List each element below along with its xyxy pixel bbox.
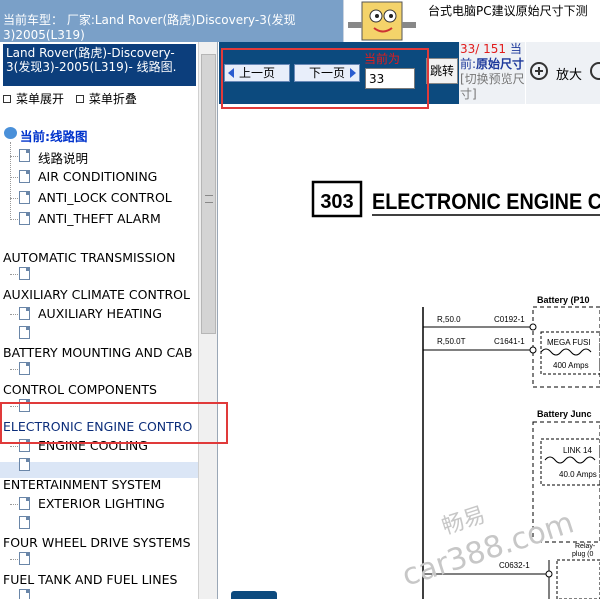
fuse-symbol: [540, 348, 592, 356]
relay-label: Relay-: [575, 543, 596, 550]
tree-group-label: ENTERTAINMENT SYSTEM: [3, 477, 162, 492]
mega-fuse-label: MEGA FUSI: [547, 338, 591, 347]
tree-guide: [10, 142, 11, 220]
scroll-grip-icon: [205, 195, 213, 203]
tree-guide: [10, 446, 18, 447]
ad-text: 台式电脑PC建议原始尺寸下测: [428, 4, 588, 18]
document-icon: [19, 307, 30, 320]
wire-2-left-label: R,50.0T: [437, 337, 466, 346]
tree-root-label: 当前:线路图: [20, 129, 88, 144]
ad-banner[interactable]: 台式电脑PC建议原始尺寸下测: [343, 0, 600, 42]
tree-item-label: ANTI_LOCK CONTROL: [38, 190, 172, 205]
zoom-in-label[interactable]: 放大: [556, 64, 582, 83]
current-model-line: 当前车型： 厂家:Land Rover(路虎)Discovery-3(发现3)2…: [3, 13, 296, 42]
jump-button[interactable]: 跳转: [426, 58, 458, 84]
link-symbol: [544, 456, 596, 464]
document-view[interactable]: 303 ELECTRONIC ENGINE C Battery (P10 R,5…: [219, 104, 600, 599]
connector-2: [529, 346, 537, 354]
collapse-icon: [75, 94, 84, 103]
expand-menu-button[interactable]: 菜单展开: [3, 90, 64, 107]
tree-group-label: AUXILIARY CLIMATE CONTROL: [3, 287, 190, 302]
original-size-link[interactable]: 原始尺寸: [476, 57, 524, 71]
tree-group-label: AUTOMATIC TRANSMISSION: [3, 250, 176, 265]
sidebar: Land Rover(路虎)-Discovery-3(发现3)-2005(L31…: [0, 42, 218, 599]
annotation-nav-highlight: [221, 48, 429, 109]
switch-preview-link[interactable]: [切换预览尺寸]: [460, 72, 525, 101]
page-count: 33/ 151: [460, 42, 507, 56]
document-icon: [19, 362, 30, 375]
tree-group-label: CONTROL COMPONENTS: [3, 382, 157, 397]
tree-guide: [10, 314, 18, 315]
page-info: 33/ 151 当前:原始尺寸 [切换预览尺寸]: [459, 42, 525, 104]
tree-item-label: AIR CONDITIONING: [38, 169, 158, 184]
zoom-out-icon[interactable]: [590, 62, 600, 80]
tree-group-label: BATTERY MOUNTING AND CAB: [3, 345, 193, 360]
globe-icon: [4, 127, 17, 139]
tree-guide: [10, 177, 18, 178]
sidebar-scroll-thumb[interactable]: [201, 54, 216, 334]
tree-guide: [10, 274, 18, 275]
tree-guide: [10, 504, 18, 505]
battery-label: Battery (P10: [537, 295, 590, 305]
tree-guide: [10, 156, 18, 157]
battery-junction-label: Battery Junc: [537, 409, 592, 419]
plug-label: plug (0: [572, 551, 594, 558]
zoom-controls: 放大: [526, 42, 600, 104]
document-icon: [19, 589, 30, 599]
expand-icon: [3, 94, 11, 103]
wire-1-left-label: R,50.0: [437, 315, 461, 324]
section-title: ELECTRONIC ENGINE C: [372, 189, 600, 214]
document-icon: [19, 552, 30, 565]
annotation-tree-highlight: [0, 402, 228, 444]
document-icon: [19, 170, 30, 183]
document-icon: [19, 149, 30, 162]
tree-item-label: 线路说明: [38, 151, 89, 166]
link-rating: 40.0 Amps: [559, 470, 597, 479]
tree-group-label: FOUR WHEEL DRIVE SYSTEMS: [3, 535, 191, 550]
tree-guide: [10, 219, 18, 220]
tree-item-label: ANTI_THEFT ALARM: [38, 211, 161, 226]
expand-menu-label: 菜单展开: [16, 92, 65, 106]
relay-box: [556, 559, 600, 599]
connector-3: [545, 570, 553, 578]
mega-fuse-rating: 400 Amps: [553, 361, 589, 370]
document-icon: [19, 212, 30, 225]
section-number: 303: [320, 191, 353, 213]
zoom-in-icon[interactable]: [530, 62, 548, 80]
battery-box: [532, 306, 600, 388]
wire-1-right-label: C0192-1: [494, 315, 525, 324]
mascot-icon: [348, 1, 416, 41]
tree-guide: [10, 198, 18, 199]
tree-controls: 菜单展开 菜单折叠: [3, 90, 145, 107]
top-bar: 当前车型： 厂家:Land Rover(路虎)Discovery-3(发现3)2…: [0, 0, 600, 42]
sidebar-scrollbar[interactable]: [198, 42, 217, 599]
link-label: LINK 14: [563, 446, 592, 455]
document-icon: [19, 458, 30, 471]
tree-guide: [10, 559, 18, 560]
document-tab[interactable]: [231, 591, 277, 599]
tree-item-label: AUXILIARY HEATING: [38, 306, 162, 321]
tree-guide: [10, 369, 18, 370]
wire-2-right-label: C1641-1: [494, 337, 525, 346]
document-icon: [19, 497, 30, 510]
tree-group-label: FUEL TANK AND FUEL LINES: [3, 572, 178, 587]
document-icon: [19, 267, 30, 280]
tree-item-label: EXTERIOR LIGHTING: [38, 496, 165, 511]
document-icon: [19, 326, 30, 339]
document-icon: [19, 516, 30, 529]
collapse-menu-label: 菜单折叠: [88, 92, 137, 106]
collapse-menu-button[interactable]: 菜单折叠: [75, 90, 137, 107]
car-title: Land Rover(路虎)-Discovery-3(发现3)-2005(L31…: [3, 44, 196, 86]
document-icon: [19, 191, 30, 204]
connector-1: [529, 323, 537, 331]
